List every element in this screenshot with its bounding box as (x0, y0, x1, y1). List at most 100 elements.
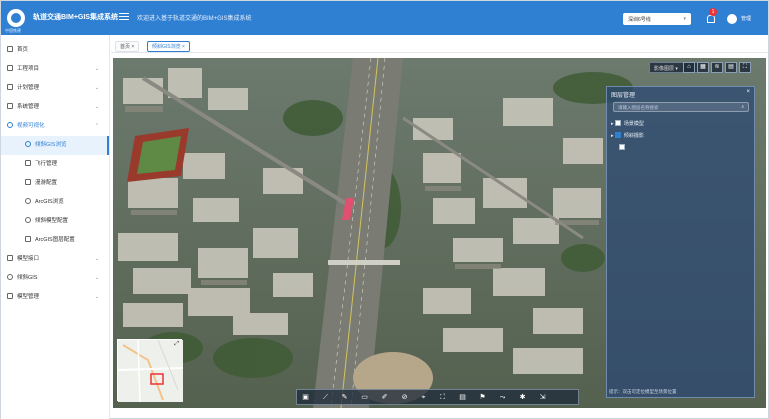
map-icon[interactable]: ▭ (360, 393, 369, 402)
flag-icon[interactable]: ⚑ (478, 393, 487, 402)
sidebar-subitem-flight[interactable]: 飞行管理 (1, 155, 109, 174)
sidebar-item-label: 系统管理 (17, 104, 40, 110)
sidebar-subitem-oblique-gis[interactable]: 倾斜GIS浏览 (1, 136, 109, 155)
ruler-icon[interactable]: ✎ (340, 393, 349, 402)
sidebar-item-label: 模型接口 (17, 256, 40, 262)
refresh-icon (25, 217, 31, 223)
sidebar-item-label: 飞行管理 (35, 161, 58, 167)
path-icon[interactable]: ⤳ (498, 393, 507, 402)
layers-icon (25, 198, 31, 204)
base-layer-value: 影像图层 (654, 66, 675, 72)
globe-icon (7, 122, 13, 128)
sidebar-item-label: 倾斜GIS浏览 (35, 142, 67, 148)
app-window: 中国铁建 轨道交通BIM+GIS集成系统 欢迎进入基于轨道交通的BIM+GIS集… (0, 0, 769, 419)
measure-area-icon[interactable]: ▣ (301, 393, 310, 402)
sidebar-item-system[interactable]: 系统管理 ⌄ (1, 98, 109, 117)
target-icon (25, 141, 31, 147)
layers-icon[interactable]: ≋ (711, 62, 723, 73)
checkbox-checked[interactable] (614, 132, 621, 138)
list-icon (25, 236, 31, 242)
sidebar-item-label: 倾斜模型配置 (35, 218, 69, 224)
document-icon[interactable]: ▤ (458, 393, 467, 402)
sidebar-subitem-arcgis-layer[interactable]: ArcGIS图层配置 (1, 231, 109, 250)
sidebar-subitem-model-config[interactable]: 倾斜模型配置 (1, 212, 109, 231)
fullscreen-icon[interactable]: ⛶ (739, 62, 751, 73)
sidebar-item-home[interactable]: 首页 (1, 41, 109, 60)
avatar[interactable] (727, 14, 737, 24)
draw-icon[interactable]: ✐ (380, 393, 389, 402)
tab-oblique-gis[interactable]: 倾斜GIS浏览 × (147, 41, 190, 52)
settings-icon (7, 103, 13, 109)
chevron-down-icon: ▾ (683, 16, 686, 22)
sidebar-subitem-roaming[interactable]: 漫游配置 (1, 174, 109, 193)
measure-line-icon[interactable]: ⟋ (321, 393, 330, 402)
checkbox[interactable] (619, 144, 625, 150)
sidebar-item-label: 漫游配置 (35, 180, 58, 186)
sidebar-subitem-arcgis[interactable]: ArcGIS浏览 (1, 193, 109, 212)
sidebar: 首页 工程项目 ⌄ 计划管理 ⌄ 系统管理 ⌄ 视频可视化 ⌃ 倾斜GIS浏览 飞行管理… (1, 35, 110, 419)
sidebar-item-plan[interactable]: 计划管理 ⌄ (1, 79, 109, 98)
tree-item-label: 场景模型 (623, 121, 644, 127)
tree-item-scene-model[interactable]: ▸ 场景模型 (611, 120, 644, 128)
tab-label: 倾斜GIS浏览 (152, 44, 181, 50)
export-icon[interactable]: ⇲ (538, 393, 547, 402)
menu-toggle-icon[interactable] (119, 11, 129, 21)
top-header: 中国铁建 轨道交通BIM+GIS集成系统 欢迎进入基于轨道交通的BIM+GIS集… (1, 1, 768, 35)
panel-icon[interactable]: ▤ (725, 62, 737, 73)
logo-text: 中国铁建 (5, 28, 21, 33)
sidebar-item-label: 工程项目 (17, 66, 40, 72)
checkbox[interactable] (614, 120, 621, 126)
line-select[interactable]: 深圳6号线 ▾ (623, 13, 691, 25)
layer-panel: 图层管理 × 请输入图层名称搜索 ⌕ ▸ 场景模型 ▸ 倾斜摄影 提示：双击可定… (606, 86, 755, 398)
home-icon (7, 46, 13, 52)
screenshot-icon[interactable]: ⛶ (438, 393, 447, 402)
close-icon[interactable]: × (131, 44, 134, 50)
focus-icon[interactable]: ⌖ (419, 393, 428, 402)
sidebar-item-label: 首页 (17, 47, 29, 53)
sidebar-item-model-interface[interactable]: 模型接口 ⌄ (1, 250, 109, 269)
search-placeholder: 请输入图层名称搜索 (618, 105, 659, 110)
home-icon[interactable]: ⌂ (683, 62, 695, 73)
company-logo (7, 9, 25, 27)
tree-item-label: 倾斜摄影 (623, 133, 644, 139)
camera-icon (25, 179, 31, 185)
sidebar-item-projects[interactable]: 工程项目 ⌄ (1, 60, 109, 79)
expand-icon[interactable]: ⤢ (174, 341, 179, 348)
chevron-down-icon: ⌄ (94, 104, 99, 110)
chevron-up-icon: ⌃ (94, 123, 99, 129)
sidebar-item-visualization[interactable]: 视频可视化 ⌃ (1, 117, 109, 136)
overview-minimap[interactable]: ⤢ (117, 339, 183, 402)
grid-view-icon[interactable]: ▦ (697, 62, 709, 73)
sidebar-item-model-management[interactable]: 模型管理 ⌄ (1, 288, 109, 307)
flight-icon (25, 160, 31, 166)
layer-search-input[interactable]: 请输入图层名称搜索 ⌕ (613, 102, 749, 112)
close-icon[interactable]: × (746, 89, 750, 95)
tab-home[interactable]: 首页 × (115, 41, 140, 52)
layer-panel-hint: 提示：双击可定位模型至场景位置 (609, 389, 677, 394)
folder-icon (7, 65, 13, 71)
sidebar-item-oblique-gis[interactable]: 倾斜GIS ⌄ (1, 269, 109, 288)
sidebar-item-label: 模型管理 (17, 294, 40, 300)
settings-icon[interactable]: ✱ (518, 393, 527, 402)
chevron-down-icon: ⌄ (94, 256, 99, 262)
chevron-down-icon: ⌄ (94, 85, 99, 91)
username[interactable]: 管理 (741, 15, 751, 22)
sidebar-item-label: ArcGIS图层配置 (35, 237, 75, 243)
sidebar-item-label: 计划管理 (17, 85, 40, 91)
system-title: 轨道交通BIM+GIS集成系统 (33, 14, 118, 21)
map-viewport[interactable]: 影像图层 ▾ ⌂ ▦ ≋ ▤ ⛶ 图层管理 × 请输入图层名称搜索 ⌕ ▸ 场景… (113, 58, 766, 408)
bottom-toolbar: ▣ ⟋ ✎ ▭ ✐ ⊘ ⌖ ⛶ ▤ ⚑ ⤳ ✱ ⇲ (296, 389, 579, 405)
chevron-down-icon: ⌄ (94, 275, 99, 281)
line-select-value: 深圳6号线 (628, 17, 651, 23)
sidebar-item-label: 视频可视化 (17, 123, 45, 129)
close-icon[interactable]: × (182, 44, 185, 50)
search-icon[interactable]: ⌕ (741, 104, 744, 109)
sidebar-item-label: 倾斜GIS (17, 275, 38, 281)
clear-icon[interactable]: ⊘ (400, 393, 409, 402)
minimap-roads (118, 340, 183, 402)
layer-panel-title: 图层管理 (611, 93, 636, 99)
tree-item-oblique[interactable]: ▸ 倾斜摄影 (611, 132, 644, 140)
globe-icon (7, 274, 13, 280)
tree-item-empty[interactable] (619, 144, 628, 152)
grid-icon (7, 293, 13, 299)
